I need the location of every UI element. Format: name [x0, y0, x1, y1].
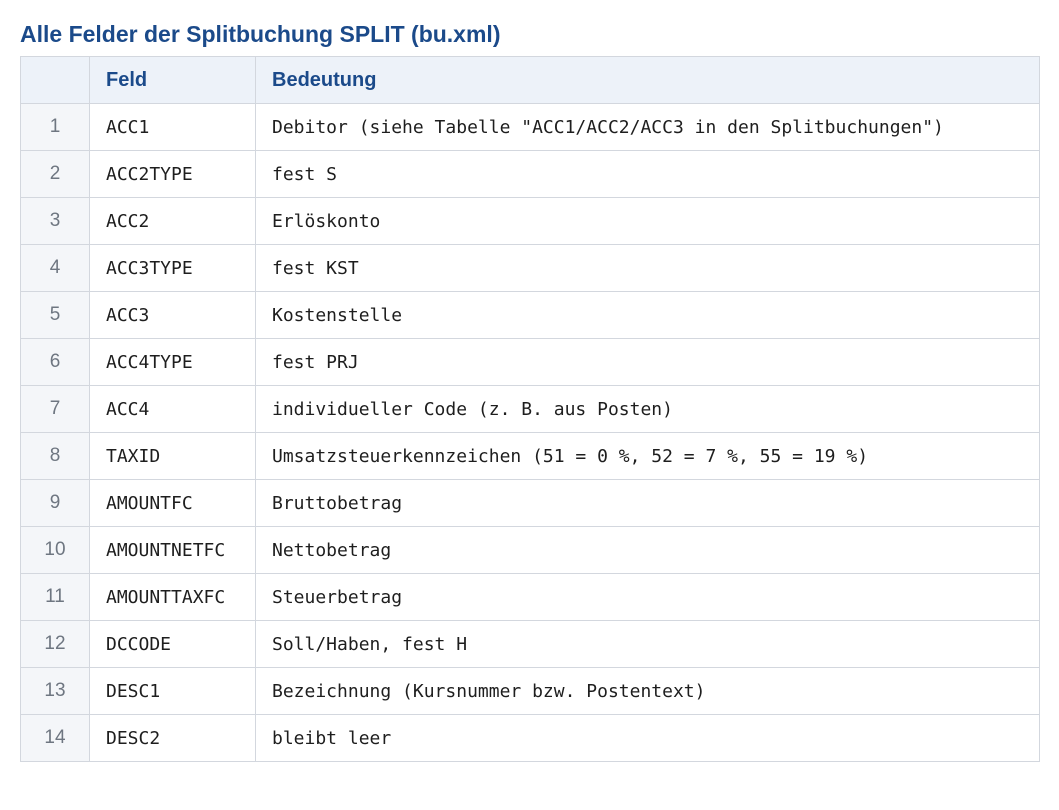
field-meaning-cell: individueller Code (z. B. aus Posten)	[255, 385, 1040, 433]
table-row: 4 ACC3TYPE fest KST	[20, 244, 1040, 292]
field-meaning-cell: Kostenstelle	[255, 291, 1040, 339]
row-number: 12	[20, 620, 90, 668]
row-number: 1	[20, 103, 90, 151]
row-number: 7	[20, 385, 90, 433]
table-row: 2 ACC2TYPE fest S	[20, 150, 1040, 198]
field-name-cell: TAXID	[89, 432, 256, 480]
row-number: 14	[20, 714, 90, 762]
feld-column-header: Feld	[89, 56, 256, 104]
field-meaning-cell: fest KST	[255, 244, 1040, 292]
field-meaning-cell: Erlöskonto	[255, 197, 1040, 245]
field-name-cell: ACC1	[89, 103, 256, 151]
row-number: 3	[20, 197, 90, 245]
row-number: 8	[20, 432, 90, 480]
table-row: 5 ACC3 Kostenstelle	[20, 291, 1040, 339]
field-meaning-cell: fest PRJ	[255, 338, 1040, 386]
table-row: 12 DCCODE Soll/Haben, fest H	[20, 620, 1040, 668]
table-row: 14 DESC2 bleibt leer	[20, 714, 1040, 762]
field-name-cell: ACC3	[89, 291, 256, 339]
row-number: 13	[20, 667, 90, 715]
field-name-cell: AMOUNTTAXFC	[89, 573, 256, 621]
row-number: 10	[20, 526, 90, 574]
table-row: 13 DESC1 Bezeichnung (Kursnummer bzw. Post…	[20, 667, 1040, 715]
field-meaning-cell: Steuerbetrag	[255, 573, 1040, 621]
field-meaning-cell: fest S	[255, 150, 1040, 198]
field-name-cell: ACC2TYPE	[89, 150, 256, 198]
index-column-header	[20, 56, 90, 104]
field-name-cell: DCCODE	[89, 620, 256, 668]
row-number: 2	[20, 150, 90, 198]
fields-table: Feld Bedeutung 1 ACC1 Debitor (siehe Tabel…	[20, 56, 1040, 762]
field-meaning-cell: Umsatzsteuerkennzeichen (51 = 0 %, 52 = …	[255, 432, 1040, 480]
row-number: 9	[20, 479, 90, 527]
bedeutung-column-header: Bedeutung	[255, 56, 1040, 104]
field-meaning-cell: Bezeichnung (Kursnummer bzw. Postentext)	[255, 667, 1040, 715]
field-name-cell: ACC3TYPE	[89, 244, 256, 292]
table-row: 11 AMOUNTTAXFC Steuerbetrag	[20, 573, 1040, 621]
row-number: 4	[20, 244, 90, 292]
field-meaning-cell: Debitor (siehe Tabelle "ACC1/ACC2/ACC3 i…	[255, 103, 1040, 151]
field-meaning-cell: Nettobetrag	[255, 526, 1040, 574]
field-name-cell: DESC2	[89, 714, 256, 762]
field-meaning-cell: Bruttobetrag	[255, 479, 1040, 527]
header-row: Feld Bedeutung	[20, 56, 1040, 104]
table-row: 1 ACC1 Debitor (siehe Tabelle "ACC1/ACC2/A…	[20, 103, 1040, 151]
field-meaning-cell: Soll/Haben, fest H	[255, 620, 1040, 668]
field-name-cell: DESC1	[89, 667, 256, 715]
table-row: 3 ACC2 Erlöskonto	[20, 197, 1040, 245]
row-number: 5	[20, 291, 90, 339]
table-row: 8 TAXID Umsatzsteuerkennzeichen (51 = 0 %,…	[20, 432, 1040, 480]
table-row: 6 ACC4TYPE fest PRJ	[20, 338, 1040, 386]
field-name-cell: ACC2	[89, 197, 256, 245]
table-row: 10 AMOUNTNETFC Nettobetrag	[20, 526, 1040, 574]
table-row: 9 AMOUNTFC Bruttobetrag	[20, 479, 1040, 527]
field-name-cell: ACC4TYPE	[89, 338, 256, 386]
field-meaning-cell: bleibt leer	[255, 714, 1040, 762]
page-title: Alle Felder der Splitbuchung SPLIT (bu.x…	[20, 21, 501, 47]
row-number: 6	[20, 338, 90, 386]
table-header: Feld Bedeutung	[20, 56, 1040, 104]
field-name-cell: AMOUNTNETFC	[89, 526, 256, 574]
row-number: 11	[20, 573, 90, 621]
table-body: 1 ACC1 Debitor (siehe Tabelle "ACC1/ACC2/A…	[20, 103, 1040, 762]
field-name-cell: ACC4	[89, 385, 256, 433]
table-row: 7 ACC4 individueller Code (z. B. aus Poste…	[20, 385, 1040, 433]
field-name-cell: AMOUNTFC	[89, 479, 256, 527]
